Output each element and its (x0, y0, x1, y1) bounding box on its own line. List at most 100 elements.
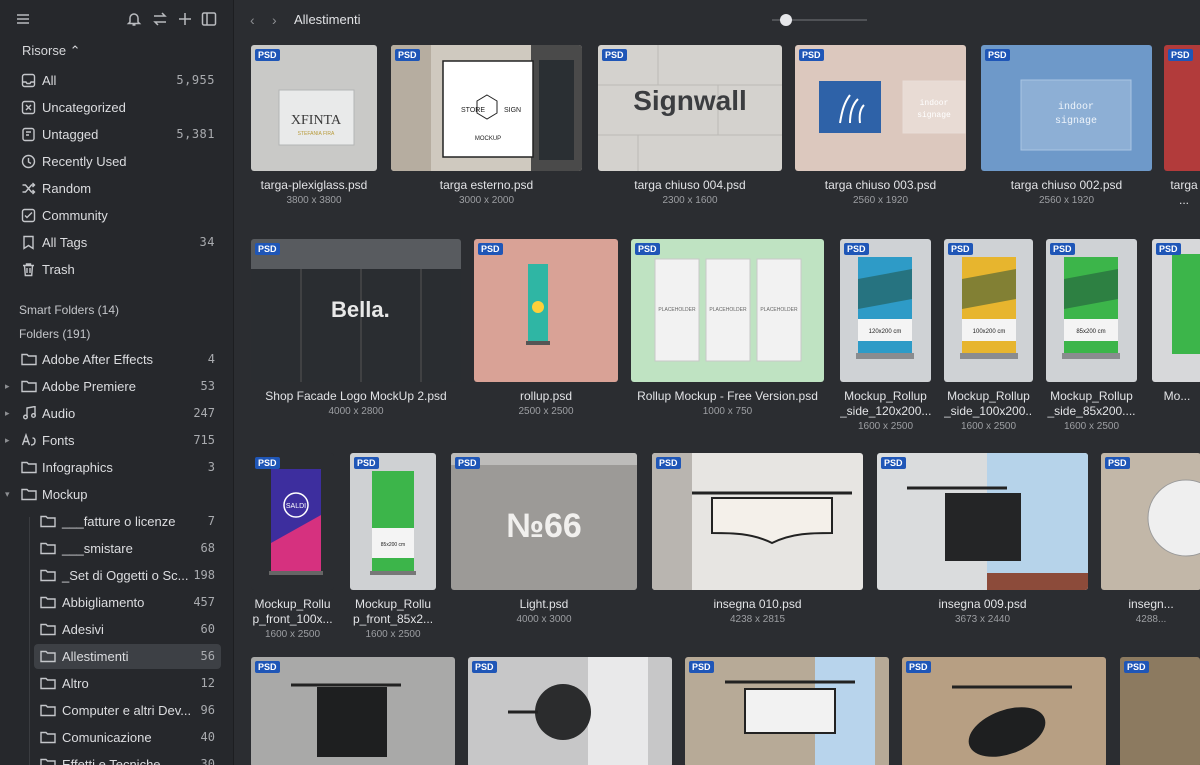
svg-text:SIGN: SIGN (504, 107, 521, 114)
asset-thumbnail[interactable]: Signwall PSD (598, 45, 782, 171)
asset-dimensions: 3000 x 2000 (458, 195, 515, 206)
forward-button[interactable]: › (272, 12, 277, 28)
folder-count: 7 (207, 514, 215, 528)
folder-item-audio[interactable]: ▸ Audio 247 (0, 400, 233, 427)
thumbnail-size-slider[interactable] (772, 14, 867, 26)
folder-item-comunicazione[interactable]: Comunicazione 40 (0, 724, 233, 751)
psd-badge: PSD (472, 661, 497, 673)
asset-thumbnail[interactable]: 85x200 cm PSD (350, 453, 436, 590)
asset-thumbnail[interactable]: PSD (902, 657, 1106, 765)
asset-thumbnail[interactable]: XFINTA STEFANIA FIRA PSD (251, 45, 377, 171)
asset-name: insegna 010.psd (713, 597, 802, 611)
nav-item-untagged[interactable]: Untagged 5,381 (0, 121, 233, 148)
swap-icon[interactable] (151, 10, 169, 28)
asset-thumbnail[interactable]: PSD (1152, 239, 1200, 382)
psd-badge: PSD (656, 457, 681, 469)
folder-item-mockup[interactable]: ▾ Mockup (0, 481, 233, 508)
bell-icon[interactable] (125, 10, 143, 28)
asset-thumbnail[interactable]: Bella. PSD (251, 239, 461, 382)
psd-badge: PSD (255, 243, 280, 255)
folder-item-adobe-after-effects[interactable]: Adobe After Effects 4 (0, 346, 233, 373)
folder-item-effetti-e-tecniche[interactable]: Effetti e Tecniche 30 (0, 751, 233, 765)
asset-thumbnail[interactable]: 100x200 cm PSD (944, 239, 1033, 382)
main-panel: ‹ › Allestimenti XFINTA STEFANIA FIRA PSD t… (234, 0, 1200, 765)
nav-label: All (42, 73, 57, 88)
folder-icon (40, 514, 56, 528)
asset-thumbnail[interactable]: STORE SIGN MOCKUP PSD (391, 45, 582, 171)
asset-thumbnail[interactable]: PLACEHOLDER PLACEHOLDER PLACEHOLDER PSD (631, 239, 824, 382)
folder-item-fatture-o-licenze[interactable]: ___fatture o licenze 7 (0, 508, 233, 535)
chevron-right-icon[interactable]: ▸ (5, 408, 13, 418)
asset-dimensions: 1600 x 2500 (960, 421, 1017, 432)
nav-item-recently-used[interactable]: Recently Used (0, 148, 233, 175)
asset-thumbnail[interactable]: №66 PSD (451, 453, 637, 590)
folder-item-infographics[interactable]: Infographics 3 (0, 454, 233, 481)
svg-text:signage: signage (1055, 115, 1097, 127)
asset-name: Mockup_Rollu p_front_85x2... (352, 597, 434, 626)
asset-thumbnail[interactable]: 120x200 cm PSD (840, 239, 931, 382)
asset-thumbnail[interactable]: PSD (1101, 453, 1200, 590)
nav-label: Trash (42, 262, 75, 277)
folder-item-computer-e-altri-dev[interactable]: Computer e altri Dev... 96 (0, 697, 233, 724)
svg-text:PLACEHOLDER: PLACEHOLDER (709, 307, 747, 313)
hamburger-icon[interactable] (14, 10, 32, 28)
nav-item-all-tags[interactable]: All Tags 34 (0, 229, 233, 256)
chevron-right-icon[interactable]: ▸ (5, 435, 13, 445)
svg-text:STORE: STORE (461, 107, 485, 114)
asset-dimensions: 2560 x 1920 (852, 195, 909, 206)
nav-item-trash[interactable]: Trash (0, 256, 233, 283)
asset-thumbnail[interactable]: PSD (1164, 45, 1200, 171)
resources-dropdown[interactable]: Risorse ⌃ (22, 43, 81, 59)
folder-item-altro[interactable]: Altro 12 (0, 670, 233, 697)
back-button[interactable]: ‹ (250, 12, 255, 28)
folder-label: Adesivi (62, 622, 104, 637)
asset-name: rollup.psd (519, 389, 573, 403)
folder-item-adobe-premiere[interactable]: ▸ Adobe Premiere 53 (0, 373, 233, 400)
folder-item-fonts[interactable]: ▸ Fonts 715 (0, 427, 233, 454)
slider-knob[interactable] (780, 14, 792, 26)
asset-dimensions: 1600 x 2500 (264, 629, 321, 640)
asset-thumbnail[interactable]: PSD (685, 657, 889, 765)
folder-count: 12 (200, 676, 215, 690)
nav-item-all[interactable]: All 5,955 (0, 67, 233, 94)
asset-thumbnail[interactable]: indoor signage PSD (795, 45, 966, 171)
psd-badge: PSD (906, 661, 931, 673)
svg-text:PLACEHOLDER: PLACEHOLDER (760, 307, 798, 313)
asset-name: targa chiuso 002.psd (1010, 178, 1123, 192)
nav-item-community[interactable]: Community (0, 202, 233, 229)
asset-thumbnail[interactable]: PSD (251, 657, 455, 765)
folder-item-adesivi[interactable]: Adesivi 60 (0, 616, 233, 643)
asset-dimensions: 1000 x 750 (702, 406, 753, 417)
folder-icon (40, 730, 56, 744)
folders-header[interactable]: Folders (191) (19, 327, 90, 341)
asset-thumbnail[interactable]: 85x200 cm PSD (1046, 239, 1137, 382)
asset-thumbnail[interactable]: PSD (468, 657, 672, 765)
asset-dimensions: 2560 x 1920 (1038, 195, 1095, 206)
folder-count: 68 (200, 541, 215, 555)
asset-dimensions: 4238 x 2815 (729, 614, 786, 625)
asset-thumbnail[interactable]: PSD (1120, 657, 1200, 765)
asset-thumbnail[interactable]: PSD (877, 453, 1088, 590)
folder-item-smistare[interactable]: ___smistare 68 (0, 535, 233, 562)
asset-thumbnail[interactable]: SALDI PSD (251, 453, 334, 590)
psd-badge: PSD (478, 243, 503, 255)
asset-dimensions: 3673 x 2440 (954, 614, 1011, 625)
plus-icon[interactable] (176, 10, 194, 28)
chevron-down-icon[interactable]: ▾ (5, 489, 13, 499)
psd-badge: PSD (948, 243, 973, 255)
asset-thumbnail[interactable]: PSD (652, 453, 863, 590)
asset-name: Mo... (1163, 389, 1191, 403)
nav-item-random[interactable]: Random (0, 175, 233, 202)
svg-text:indoor: indoor (920, 99, 949, 108)
folder-item-set-di-oggetti-o-sc[interactable]: _Set di Oggetti o Sc... 198 (0, 562, 233, 589)
asset-thumbnail[interactable]: PSD (474, 239, 618, 382)
psd-badge: PSD (1156, 243, 1181, 255)
sidebar-toggle-icon[interactable] (200, 10, 218, 28)
chevron-right-icon[interactable]: ▸ (5, 381, 13, 391)
asset-thumbnail[interactable]: indoor signage PSD (981, 45, 1152, 171)
folder-item-abbigliamento[interactable]: Abbigliamento 457 (0, 589, 233, 616)
nav-item-uncategorized[interactable]: Uncategorized (0, 94, 233, 121)
folder-item-allestimenti[interactable]: Allestimenti 56 (0, 643, 233, 670)
smart-folders-header[interactable]: Smart Folders (14) (19, 303, 119, 317)
font-icon (21, 432, 37, 447)
